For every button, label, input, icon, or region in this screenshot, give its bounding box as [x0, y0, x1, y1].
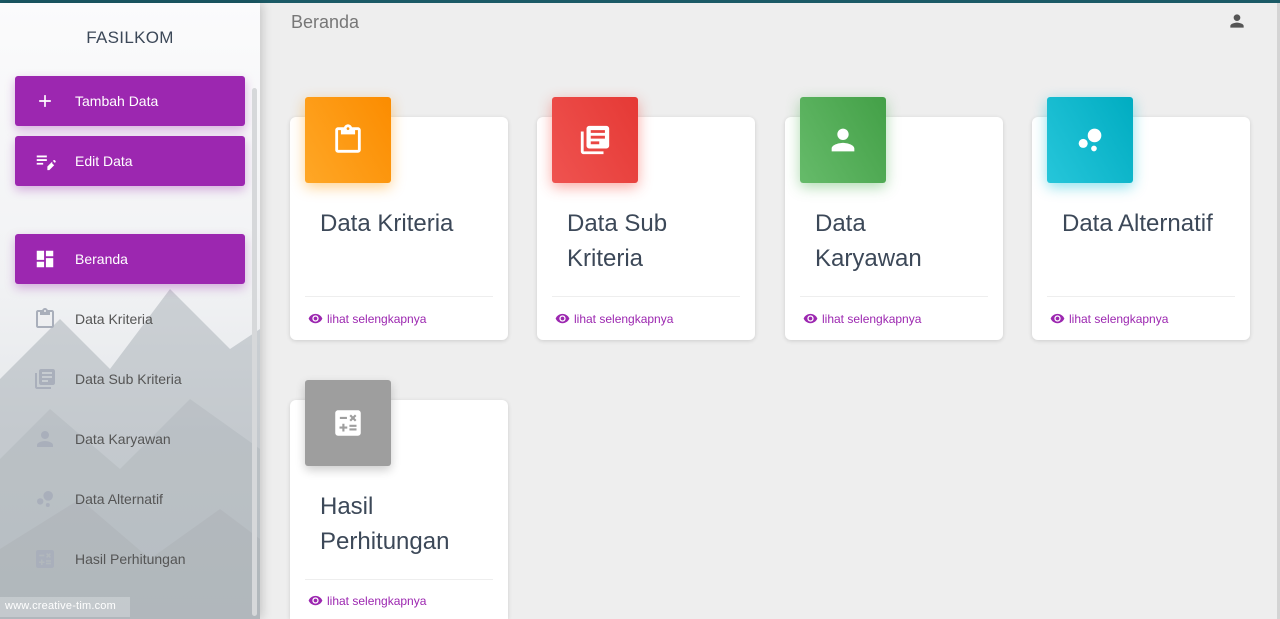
sidebar-item-label: Data Kriteria [75, 311, 153, 327]
edit-data-label: Edit Data [75, 153, 133, 169]
sidebar-item-data-alternatif[interactable]: Data Alternatif [15, 474, 245, 524]
sidebar-item-data-sub-kriteria[interactable]: Data Sub Kriteria [15, 354, 245, 404]
eye-icon [555, 313, 570, 324]
card-link-label: lihat selengkapnya [327, 593, 427, 608]
card-link-label: lihat selengkapnya [327, 311, 427, 326]
card-icon-box [305, 97, 391, 183]
card-link[interactable]: lihat selengkapnya [803, 311, 921, 326]
add-data-label: Tambah Data [75, 93, 159, 109]
eye-icon [1050, 313, 1065, 324]
library-books-icon [15, 367, 75, 391]
calculate-icon [335, 410, 361, 436]
sidebar-scrollbar[interactable] [252, 88, 257, 616]
card-link[interactable]: lihat selengkapnya [555, 311, 673, 326]
library-books-icon [580, 125, 610, 155]
card-title: Data Karyawan [815, 210, 922, 272]
bubble-chart-icon [15, 487, 75, 511]
watermark-link[interactable]: www.creative-tim.com [0, 597, 130, 617]
sidebar: FASILKOM Tambah Data Edit Data Beranda D… [0, 3, 260, 619]
eye-icon [308, 313, 323, 324]
person-icon [831, 128, 855, 152]
sidebar-item-hasil-perhitungan[interactable]: Hasil Perhitungan [15, 534, 245, 584]
card-link-label: lihat selengkapnya [822, 311, 922, 326]
card-icon-box [800, 97, 886, 183]
sidebar-item-label: Data Sub Kriteria [75, 371, 182, 387]
card-icon-box [552, 97, 638, 183]
card-divider [800, 296, 988, 297]
sidebar-brand[interactable]: FASILKOM [0, 28, 260, 48]
calculate-icon [15, 547, 75, 571]
clipboard-icon [15, 307, 75, 331]
card-link[interactable]: lihat selengkapnya [308, 593, 426, 608]
sidebar-item-beranda[interactable]: Beranda [15, 234, 245, 284]
card-icon-box [305, 380, 391, 466]
card-divider [1047, 296, 1235, 297]
sidebar-item-label: Data Karyawan [75, 431, 171, 447]
card-title: Data Kriteria [320, 210, 454, 237]
edit-note-icon [15, 150, 75, 172]
person-icon [15, 427, 75, 451]
dashboard-icon [15, 248, 75, 270]
sidebar-item-label: Data Alternatif [75, 491, 163, 507]
sidebar-item-data-karyawan[interactable]: Data Karyawan [15, 414, 245, 464]
user-menu-button[interactable] [1227, 11, 1247, 36]
card-link-label: lihat selengkapnya [574, 311, 674, 326]
card-link[interactable]: lihat selengkapnya [1050, 311, 1168, 326]
bubble-chart-icon [1078, 128, 1102, 152]
eye-icon [803, 313, 818, 324]
sidebar-item-label: Beranda [75, 251, 128, 267]
sidebar-item-label: Hasil Perhitungan [75, 551, 186, 567]
card-divider [305, 579, 493, 580]
eye-icon [308, 595, 323, 606]
card-icon-box [1047, 97, 1133, 183]
add-data-button[interactable]: Tambah Data [15, 76, 245, 126]
sidebar-item-data-kriteria[interactable]: Data Kriteria [15, 294, 245, 344]
card-link-label: lihat selengkapnya [1069, 311, 1169, 326]
card-divider [552, 296, 740, 297]
card-divider [305, 296, 493, 297]
person-icon [1230, 14, 1244, 28]
plus-icon [15, 91, 75, 111]
card-title: Hasil Perhitungan [320, 493, 450, 555]
edit-data-button[interactable]: Edit Data [15, 136, 245, 186]
card-title: Data Sub Kriteria [567, 210, 668, 272]
clipboard-icon [335, 124, 361, 153]
card-title: Data Alternatif [1062, 210, 1213, 237]
card-link[interactable]: lihat selengkapnya [308, 311, 426, 326]
page-title: Beranda [291, 12, 360, 32]
